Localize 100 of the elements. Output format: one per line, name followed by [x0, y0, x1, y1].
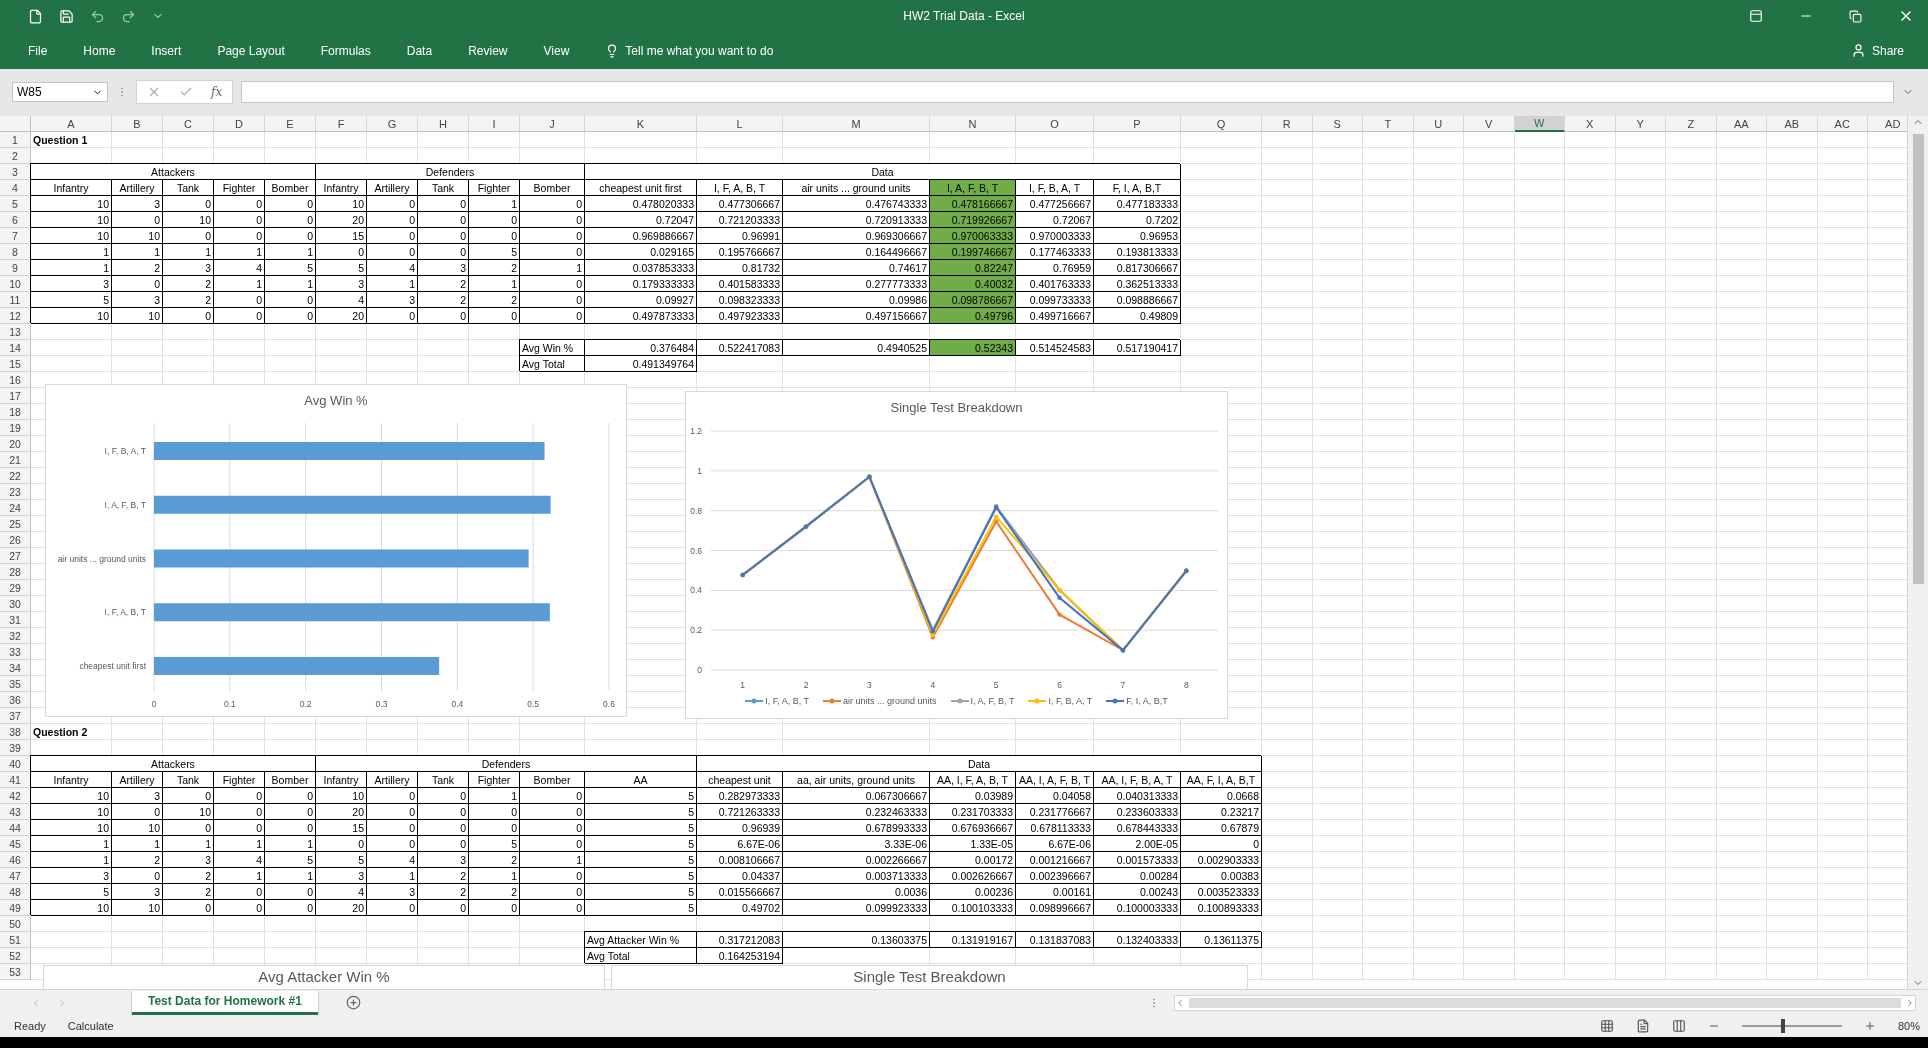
table-cell: 0.13603375 — [783, 932, 930, 948]
group-header: Attackers — [31, 164, 316, 180]
table-cell: 0.96991 — [697, 228, 783, 244]
table-cell: 0.7202 — [1094, 212, 1181, 228]
axis-label: air units ... ground units — [57, 553, 146, 564]
table-cell: 0.231703333 — [930, 804, 1016, 820]
table-cell: 10 — [112, 820, 163, 836]
table-cell: 5 — [585, 804, 697, 820]
tick-label: 0.2 — [299, 698, 312, 709]
table-cell: 0.678993333 — [783, 820, 930, 836]
table-cell: 1 — [214, 836, 265, 852]
table-cell: 5 — [469, 244, 520, 260]
tick-label: 3 — [867, 680, 872, 690]
table-cell: 0.037853333 — [585, 260, 697, 276]
table-cell: 0.00172 — [930, 852, 1016, 868]
table-cell: 0.193813333 — [1094, 244, 1181, 260]
column-heading: AA — [585, 772, 697, 788]
table-cell: 0 — [265, 228, 316, 244]
table-cell: 0 — [214, 788, 265, 804]
table-cell: 0.0036 — [783, 884, 930, 900]
table-cell: 0.477256667 — [1016, 196, 1094, 212]
column-heading: Bomber — [520, 180, 585, 196]
table-cell: 0.970003333 — [1016, 228, 1094, 244]
table-cell: 3 — [112, 196, 163, 212]
table-cell: 0 — [367, 900, 418, 916]
tick-label: 0 — [151, 698, 157, 709]
table-cell: 0.131919167 — [930, 932, 1016, 948]
chart-title: Single Test Breakdown — [889, 399, 1024, 417]
table-cell: 0.00243 — [1094, 884, 1181, 900]
table-cell: 5 — [585, 820, 697, 836]
table-cell: 1 — [520, 852, 585, 868]
table-cell: 0.499716667 — [1016, 308, 1094, 324]
table-cell: 0.164496667 — [783, 244, 930, 260]
column-heading: Fighter — [214, 180, 265, 196]
table-cell: 0.179333333 — [585, 276, 697, 292]
table-cell: 0.49702 — [697, 900, 783, 916]
table-cell: 0 — [214, 900, 265, 916]
table-cell: 0 — [265, 292, 316, 308]
table-cell: 0.00284 — [1094, 868, 1181, 884]
table-cell: 0.514524583 — [1016, 340, 1094, 356]
table-cell: 5 — [585, 788, 697, 804]
table-cell: 0.098786667 — [930, 292, 1016, 308]
group-header: Data — [585, 164, 1181, 180]
table-cell: 0.74617 — [783, 260, 930, 276]
table-cell: 0.4940525 — [783, 340, 930, 356]
column-heading: Fighter — [469, 180, 520, 196]
table-cell: 3 — [418, 260, 469, 276]
table-cell: 0 — [520, 804, 585, 820]
table-cell: 4 — [367, 260, 418, 276]
table-cell: 0 — [214, 804, 265, 820]
table-cell: 1 — [214, 276, 265, 292]
table-cell: 0 — [367, 228, 418, 244]
table-cell: 5 — [585, 884, 697, 900]
table-cell: 0.52343 — [930, 340, 1016, 356]
table-cell: 0 — [520, 788, 585, 804]
table-cell: 0 — [469, 820, 520, 836]
table-cell: 10 — [163, 212, 214, 228]
tick-label: 1 — [697, 465, 702, 476]
table-cell: 2 — [418, 868, 469, 884]
table-cell: 0 — [214, 308, 265, 324]
table-cell: 0.476743333 — [783, 196, 930, 212]
table-cell: 0.132403333 — [1094, 932, 1181, 948]
tick-label: 0.8 — [690, 505, 702, 516]
table-cell: 0.04337 — [697, 868, 783, 884]
table-cell: 0.817306667 — [1094, 260, 1181, 276]
tick-label: 0 — [697, 665, 702, 675]
table-cell: 3 — [418, 852, 469, 868]
table-cell: 1.33E-05 — [930, 836, 1016, 852]
table-cell: 0.195766667 — [697, 244, 783, 260]
table-cell: 0 — [418, 212, 469, 228]
table-cell: 0.100103333 — [930, 900, 1016, 916]
table-cell: 1 — [265, 836, 316, 852]
table-cell: 1 — [163, 244, 214, 260]
column-heading: AA, I, F, B, A, T — [1094, 772, 1181, 788]
table-cell: 0 — [520, 244, 585, 260]
table-cell: 0 — [163, 308, 214, 324]
table-cell: 0 — [112, 276, 163, 292]
table-cell: 3 — [112, 788, 163, 804]
table-cell: 0.362513333 — [1094, 276, 1181, 292]
table-cell: 0 — [418, 228, 469, 244]
table-cell: 2 — [163, 884, 214, 900]
table-cell: 0 — [520, 292, 585, 308]
table-cell: 0 — [520, 868, 585, 884]
table-cell: 5 — [585, 852, 697, 868]
table-cell: 0.233603333 — [1094, 804, 1181, 820]
table-cell: 0.477183333 — [1094, 196, 1181, 212]
table-cell: 1 — [214, 868, 265, 884]
legend-label: F, I, A, B,T — [1126, 696, 1168, 706]
table-cell: 3 — [163, 852, 214, 868]
column-heading: Tank — [163, 180, 214, 196]
table-cell: 0.96953 — [1094, 228, 1181, 244]
column-heading: Tank — [418, 180, 469, 196]
table-cell: 4 — [367, 852, 418, 868]
group-header: Defenders — [316, 756, 697, 772]
table-cell: 1 — [112, 836, 163, 852]
table-cell: 0 — [214, 212, 265, 228]
table-cell: 0.098996667 — [1016, 900, 1094, 916]
column-heading: AA, I, F, A, B, T — [930, 772, 1016, 788]
table-cell: 0.003523333 — [1181, 884, 1262, 900]
table-cell: 0.277773333 — [783, 276, 930, 292]
